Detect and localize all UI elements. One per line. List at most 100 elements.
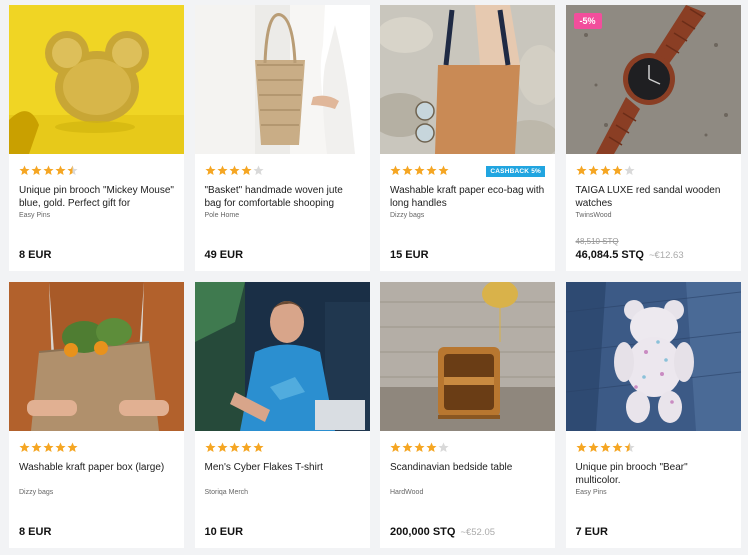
- seller-name[interactable]: TwinsWood: [576, 212, 612, 219]
- price-value: 200,000 STQ: [390, 526, 456, 538]
- product-price: 8 EUR: [19, 526, 51, 538]
- seller-name[interactable]: HardWood: [390, 489, 423, 496]
- star-icon: [587, 442, 599, 452]
- product-image-gold-mickey-brooch[interactable]: [9, 5, 184, 154]
- product-image-wooden-bedside-table[interactable]: [380, 282, 555, 431]
- star-icon: [402, 442, 413, 452]
- star-icon: [67, 442, 78, 452]
- star-icon: [414, 165, 425, 175]
- star-icon: [204, 165, 216, 175]
- seller-name[interactable]: Storiqa Merch: [205, 489, 249, 496]
- product-image-kraft-paper-box[interactable]: [9, 282, 184, 431]
- product-card[interactable]: Scandinavian bedside table HardWood 200,…: [380, 282, 555, 548]
- star-icon: [599, 442, 611, 452]
- star-icon: [228, 442, 240, 452]
- star-icon: [426, 442, 437, 452]
- product-price: 7 EUR: [576, 526, 608, 538]
- product-price: 10 EUR: [205, 526, 244, 538]
- star-icon: [204, 442, 216, 452]
- star-icon: [55, 165, 66, 175]
- product-price: 46,084.5 STQ ~€12.63: [576, 249, 684, 261]
- price-value: 8 EUR: [19, 526, 52, 538]
- star-icon: [67, 165, 78, 175]
- star-icon: [587, 165, 599, 175]
- product-title[interactable]: Washable kraft paper box (large): [19, 461, 176, 474]
- product-card[interactable]: Men's Cyber Flakes T-shirt Storiqa Merch…: [194, 282, 370, 548]
- seller-name[interactable]: Pole Home: [205, 212, 240, 219]
- star-icon: [228, 165, 240, 175]
- product-image-bear-brooch[interactable]: [565, 282, 741, 431]
- price-value: 49 EUR: [204, 249, 244, 261]
- star-icon: [252, 165, 264, 175]
- star-icon: [402, 165, 413, 175]
- rating-stars: [204, 442, 264, 454]
- rating-stars: [575, 442, 635, 454]
- star-icon: [438, 165, 449, 175]
- product-title[interactable]: Washable kraft paper eco-bag with long h…: [390, 184, 547, 210]
- star-icon: [390, 442, 401, 452]
- star-icon: [623, 442, 635, 452]
- product-grid: Unique pin brooch "Mickey Mouse" blue, g…: [9, 5, 741, 548]
- star-icon: [31, 165, 42, 175]
- seller-name[interactable]: Easy Pins: [19, 212, 50, 219]
- star-icon: [31, 442, 42, 452]
- star-icon: [414, 442, 425, 452]
- old-price: 48,510 STQ: [575, 237, 619, 246]
- price-value: 15 EUR: [390, 249, 429, 261]
- cashback-badge: CASHBACK 5%: [486, 166, 545, 177]
- star-icon: [216, 442, 228, 452]
- star-icon: [19, 442, 30, 452]
- product-title[interactable]: Unique pin brooch "Bear" multicolor.: [576, 461, 733, 487]
- star-icon: [426, 165, 437, 175]
- star-icon: [240, 165, 252, 175]
- price-value: 8 EUR: [19, 249, 52, 261]
- product-title[interactable]: Unique pin brooch "Mickey Mouse" blue, g…: [19, 184, 176, 210]
- product-card[interactable]: CASHBACK 5% Washable kraft paper eco-bag…: [380, 5, 555, 271]
- product-title[interactable]: TAIGA LUXE red sandal wooden watches: [576, 184, 733, 210]
- price-value: 10 EUR: [204, 526, 244, 538]
- star-icon: [55, 442, 66, 452]
- product-card[interactable]: Unique pin brooch "Mickey Mouse" blue, g…: [9, 5, 184, 271]
- star-icon: [43, 442, 54, 452]
- product-image-kraft-eco-bag[interactable]: [380, 5, 555, 154]
- star-icon: [611, 165, 623, 175]
- star-icon: [216, 165, 228, 175]
- star-icon: [438, 442, 449, 452]
- discount-badge: -5%: [573, 13, 602, 29]
- product-price: 200,000 STQ ~€52.05: [390, 526, 495, 538]
- rating-stars: [19, 442, 78, 454]
- star-icon: [599, 165, 611, 175]
- rating-stars: [390, 165, 449, 177]
- product-card[interactable]: Unique pin brooch "Bear" multicolor. Eas…: [565, 282, 741, 548]
- product-card[interactable]: -5% TAIGA LUXE red sandal wooden watches…: [565, 5, 741, 271]
- price-value: 46,084.5 STQ: [575, 249, 645, 261]
- star-icon: [575, 442, 587, 452]
- star-icon: [611, 442, 623, 452]
- product-title[interactable]: Scandinavian bedside table: [390, 461, 547, 474]
- star-icon: [623, 165, 635, 175]
- product-title[interactable]: "Basket" handmade woven jute bag for com…: [205, 184, 362, 210]
- product-price: 8 EUR: [19, 249, 51, 261]
- rating-stars: [204, 165, 264, 177]
- product-image-man-blue-tshirt[interactable]: [194, 282, 370, 431]
- rating-stars: [575, 165, 635, 177]
- star-icon: [19, 165, 30, 175]
- product-price: 49 EUR: [205, 249, 244, 261]
- rating-stars: [390, 442, 449, 454]
- product-card[interactable]: Washable kraft paper box (large) Dizzy b…: [9, 282, 184, 548]
- product-card[interactable]: "Basket" handmade woven jute bag for com…: [194, 5, 370, 271]
- seller-name[interactable]: Dizzy bags: [390, 212, 424, 219]
- star-icon: [390, 165, 401, 175]
- product-title[interactable]: Men's Cyber Flakes T-shirt: [205, 461, 362, 474]
- rating-stars: [19, 165, 78, 177]
- star-icon: [575, 165, 587, 175]
- approx-price: ~€52.05: [460, 527, 496, 538]
- approx-price: ~€12.63: [649, 250, 684, 261]
- star-icon: [43, 165, 54, 175]
- price-value: 7 EUR: [575, 526, 608, 538]
- product-price: 15 EUR: [390, 249, 429, 261]
- seller-name[interactable]: Easy Pins: [576, 489, 607, 496]
- product-image-jute-basket-bag[interactable]: [194, 5, 370, 154]
- seller-name[interactable]: Dizzy bags: [19, 489, 53, 496]
- star-icon: [240, 442, 252, 452]
